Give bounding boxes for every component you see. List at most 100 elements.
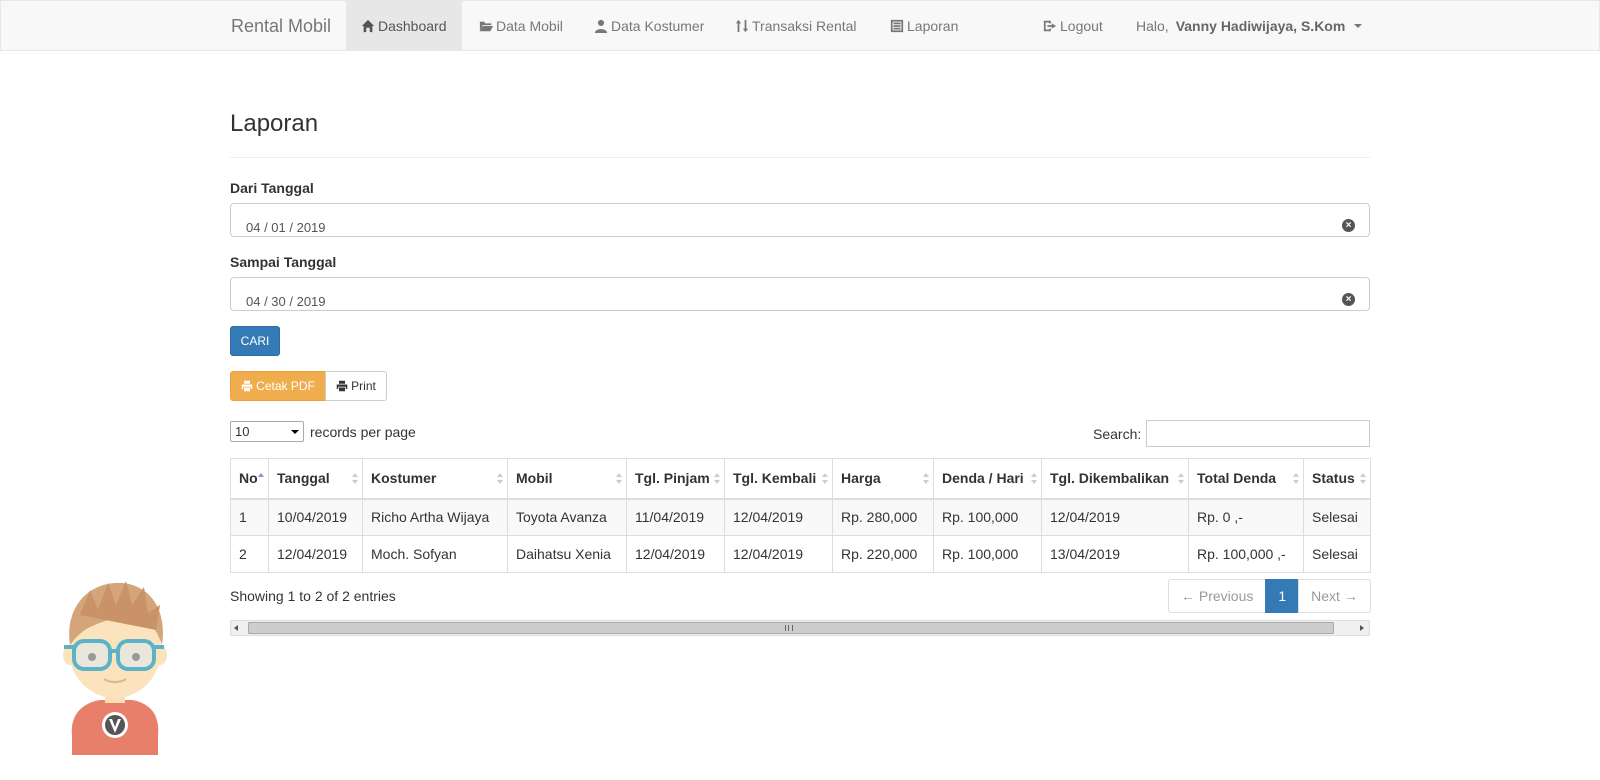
nav-transaksi-rental-label: Transaksi Rental xyxy=(752,18,857,34)
list-alt-icon xyxy=(890,19,904,33)
grip-icon xyxy=(785,625,793,631)
print-label: Print xyxy=(351,379,376,393)
column-header-kostumer[interactable]: Kostumer xyxy=(362,458,508,500)
print-icon xyxy=(336,380,348,392)
table-cell: Rp. 280,000 xyxy=(832,498,934,536)
clear-icon[interactable]: × xyxy=(1342,293,1355,306)
sort-icon xyxy=(1178,473,1184,485)
sort-icon xyxy=(616,473,622,485)
column-header-no[interactable]: No xyxy=(230,458,269,500)
sort-icon xyxy=(822,473,828,485)
table-info: Showing 1 to 2 of 2 entries xyxy=(230,588,396,604)
sort-icon xyxy=(714,473,720,485)
sort-icon xyxy=(923,473,929,485)
records-per-page-select[interactable]: 10 xyxy=(230,421,304,442)
column-header-tgl-dikembalikan[interactable]: Tgl. Dikembalikan xyxy=(1041,458,1189,500)
user-icon xyxy=(594,19,608,33)
table-header-row: No Tanggal Kostumer Mobil Tgl. Pinjam Tg… xyxy=(230,458,1371,500)
table-cell: Rp. 0 ,- xyxy=(1188,498,1304,536)
to-date-input[interactable]: 04 / 30 / 2019 × xyxy=(230,277,1370,311)
next-page-button[interactable]: Next → xyxy=(1298,579,1371,613)
nav-dashboard-label: Dashboard xyxy=(378,18,447,34)
sort-icon xyxy=(1293,473,1299,485)
table-cell: 12/04/2019 xyxy=(724,535,833,573)
sort-icon xyxy=(735,19,749,33)
home-icon xyxy=(361,19,375,33)
search-submit-button[interactable]: CARI xyxy=(230,326,280,356)
greeting: Halo, xyxy=(1136,18,1169,34)
export-pdf-button[interactable]: Cetak PDF xyxy=(230,371,326,401)
clear-icon[interactable]: × xyxy=(1342,219,1355,232)
from-date-value: 04 / 01 / 2019 xyxy=(246,220,326,235)
column-header-total-denda[interactable]: Total Denda xyxy=(1188,458,1304,500)
sort-icon xyxy=(1031,473,1037,485)
nav-laporan-label: Laporan xyxy=(907,18,959,34)
column-header-status[interactable]: Status xyxy=(1303,458,1371,500)
table-cell: 1 xyxy=(230,498,269,536)
sort-icon xyxy=(1360,473,1366,485)
user-menu[interactable]: Halo, Vanny Hadiwijaya, S.Kom xyxy=(1121,1,1377,51)
column-header-harga[interactable]: Harga xyxy=(832,458,934,500)
scroll-right-icon[interactable] xyxy=(1360,625,1364,631)
nav-data-mobil-label: Data Mobil xyxy=(496,18,563,34)
logout-icon xyxy=(1043,20,1057,32)
nav-laporan[interactable]: Laporan xyxy=(875,1,973,51)
nav-dashboard[interactable]: Dashboard xyxy=(346,1,462,51)
search-input[interactable] xyxy=(1146,420,1370,447)
table-row: 1 10/04/2019 Richo Artha Wijaya Toyota A… xyxy=(230,498,1371,536)
table-cell: Selesai xyxy=(1303,498,1371,536)
folder-open-icon xyxy=(479,21,493,32)
table-cell: Toyota Avanza xyxy=(507,498,627,536)
logout-link[interactable]: Logout xyxy=(1028,1,1118,51)
column-header-tanggal[interactable]: Tanggal xyxy=(268,458,363,500)
table-cell: 13/04/2019 xyxy=(1041,535,1189,573)
search-label: Search: xyxy=(1093,426,1142,442)
column-header-tgl-pinjam[interactable]: Tgl. Pinjam xyxy=(626,458,725,500)
table-cell: 12/04/2019 xyxy=(1041,498,1189,536)
caret-down-icon xyxy=(1354,24,1363,28)
print-button[interactable]: Print xyxy=(325,371,387,401)
scroll-left-icon[interactable] xyxy=(234,625,238,631)
table-cell: Daihatsu Xenia xyxy=(507,535,627,573)
table-cell: 12/04/2019 xyxy=(724,498,833,536)
table-cell: 10/04/2019 xyxy=(268,498,363,536)
table-cell: Moch. Sofyan xyxy=(362,535,508,573)
sort-asc-icon xyxy=(258,473,264,485)
nav-data-mobil[interactable]: Data Mobil xyxy=(464,1,578,51)
from-date-label: Dari Tanggal xyxy=(230,180,314,196)
column-header-denda-hari[interactable]: Denda / Hari xyxy=(933,458,1042,500)
sort-icon xyxy=(497,473,503,485)
table-cell: Richo Artha Wijaya xyxy=(362,498,508,536)
to-date-value: 04 / 30 / 2019 xyxy=(246,294,326,309)
export-pdf-label: Cetak PDF xyxy=(256,379,315,393)
table-cell: Rp. 100,000 ,- xyxy=(1188,535,1304,573)
table-cell: 12/04/2019 xyxy=(268,535,363,573)
records-per-page-label: records per page xyxy=(310,424,416,440)
title-divider xyxy=(230,157,1370,158)
previous-page-button[interactable]: ← Previous xyxy=(1168,579,1267,613)
navbar: Rental Mobil Dashboard Data Mobil Data K… xyxy=(0,0,1600,51)
table-cell: 11/04/2019 xyxy=(626,498,725,536)
table-cell: 2 xyxy=(230,535,269,573)
nav-transaksi-rental[interactable]: Transaksi Rental xyxy=(720,1,872,51)
table-cell: Selesai xyxy=(1303,535,1371,573)
table-cell: Rp. 100,000 xyxy=(933,535,1042,573)
print-icon xyxy=(241,380,253,392)
from-date-input[interactable]: 04 / 01 / 2019 × xyxy=(230,203,1370,237)
avatar xyxy=(63,581,167,755)
pagination: ← Previous 1 Next → xyxy=(1168,579,1371,613)
nav-data-kostumer-label: Data Kostumer xyxy=(611,18,705,34)
table-row: 2 12/04/2019 Moch. Sofyan Daihatsu Xenia… xyxy=(230,535,1371,573)
column-header-tgl-kembali[interactable]: Tgl. Kembali xyxy=(724,458,833,500)
column-header-mobil[interactable]: Mobil xyxy=(507,458,627,500)
scrollbar-thumb[interactable] xyxy=(248,622,1334,634)
chevron-down-icon xyxy=(291,430,299,434)
sort-icon xyxy=(352,473,358,485)
records-per-page-value: 10 xyxy=(235,424,250,439)
nav-data-kostumer[interactable]: Data Kostumer xyxy=(579,1,719,51)
page-1-button[interactable]: 1 xyxy=(1265,579,1300,613)
report-table: No Tanggal Kostumer Mobil Tgl. Pinjam Tg… xyxy=(230,458,1371,573)
user-name: Vanny Hadiwijaya, S.Kom xyxy=(1175,18,1346,34)
horizontal-scrollbar[interactable] xyxy=(230,620,1370,636)
brand-link[interactable]: Rental Mobil xyxy=(231,1,331,51)
